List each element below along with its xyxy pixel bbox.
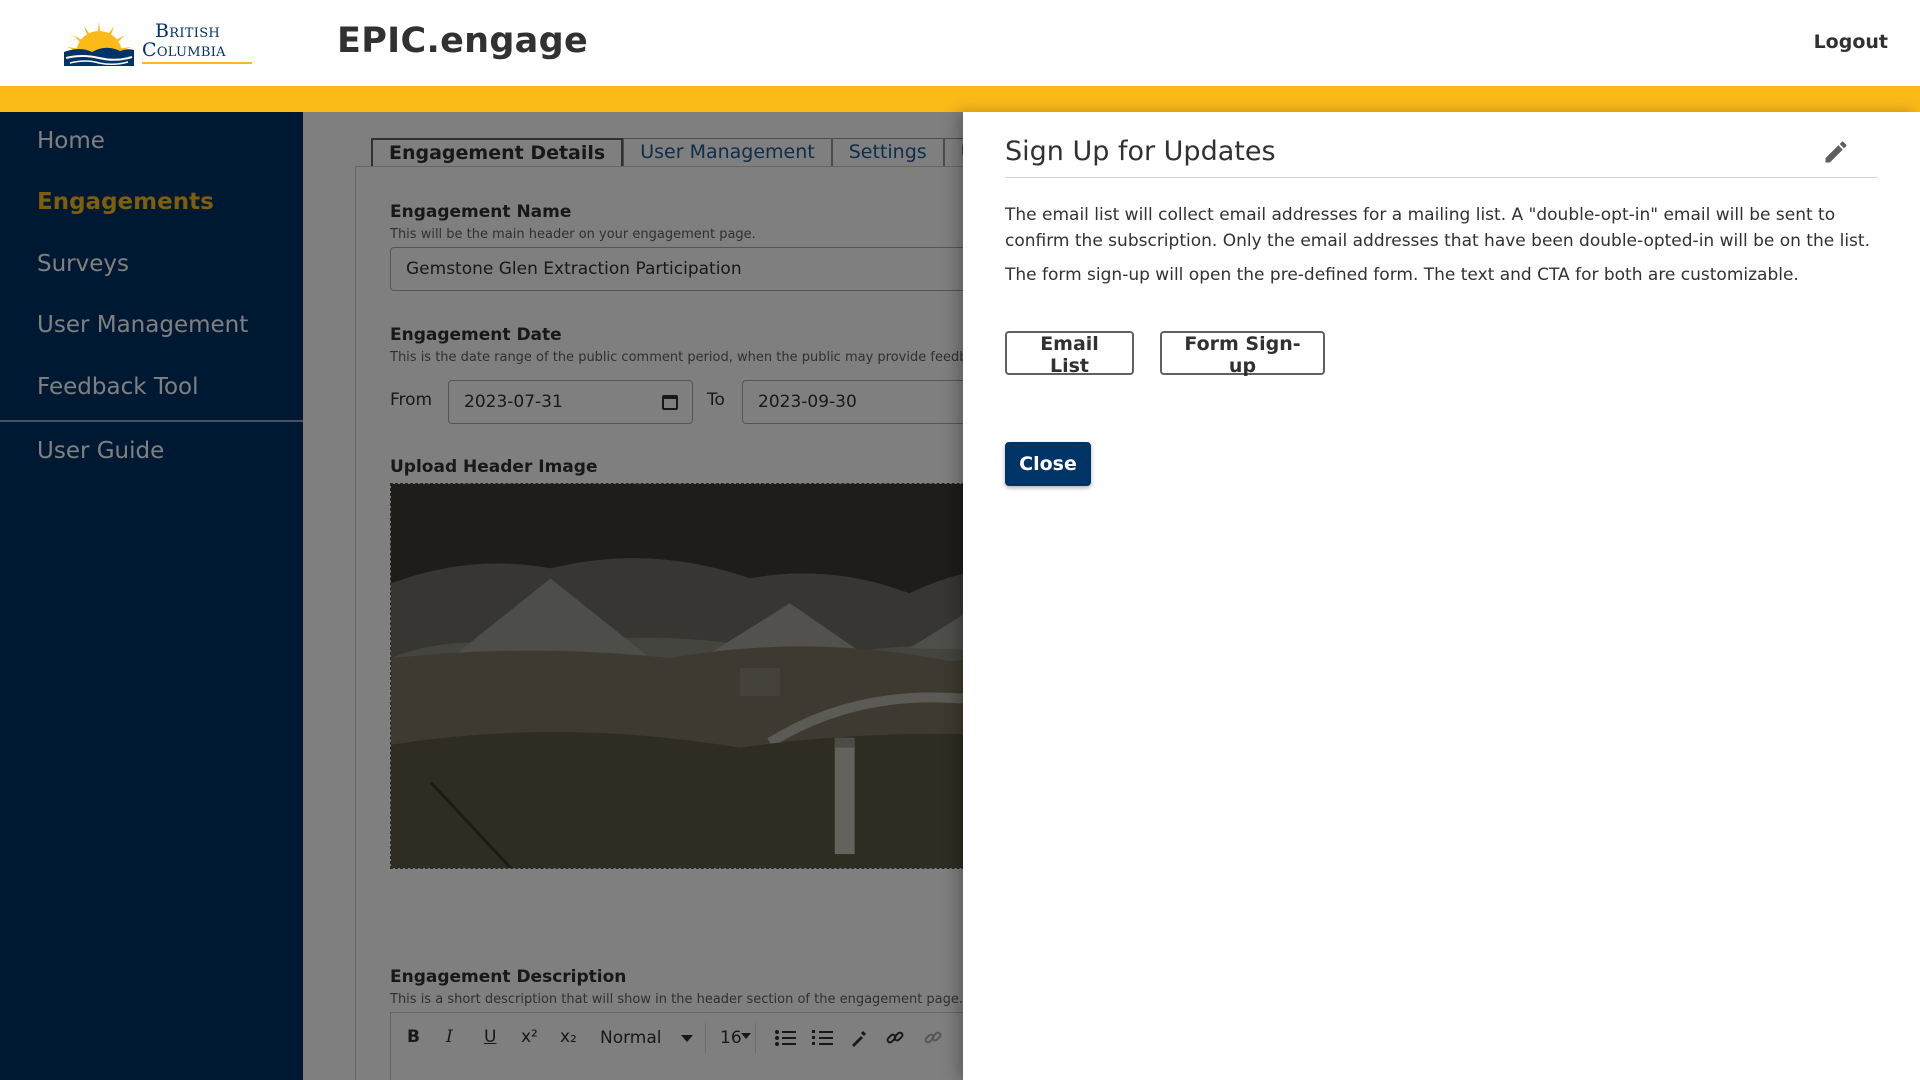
header-accent-bar — [0, 86, 1920, 112]
modal-backdrop[interactable] — [0, 112, 963, 1080]
email-list-description: The email list will collect email addres… — [1005, 205, 1870, 251]
bc-wordmark: British Columbia — [142, 22, 252, 64]
app-title: EPIC.engage — [337, 21, 588, 61]
logo-line-2: Columbia — [142, 39, 226, 61]
close-button[interactable]: Close — [1005, 442, 1091, 486]
email-list-button[interactable]: Email List — [1005, 331, 1134, 377]
sign-up-drawer: Sign Up for Updates The email list will … — [963, 112, 1920, 1080]
drawer-title: Sign Up for Updates — [1005, 136, 1276, 167]
top-header: British Columbia EPIC.engage Logout — [0, 0, 1920, 86]
drawer-title-divider — [1005, 177, 1877, 178]
form-signup-description: The form sign-up will open the pre-defin… — [1005, 265, 1799, 285]
sun-mountain-icon — [64, 22, 134, 66]
logo-underline — [142, 62, 252, 64]
bc-logo[interactable]: British Columbia — [62, 16, 262, 70]
pencil-icon[interactable] — [1822, 138, 1850, 166]
form-signup-button[interactable]: Form Sign-up — [1160, 331, 1325, 377]
logout-button[interactable]: Logout — [1814, 31, 1888, 53]
